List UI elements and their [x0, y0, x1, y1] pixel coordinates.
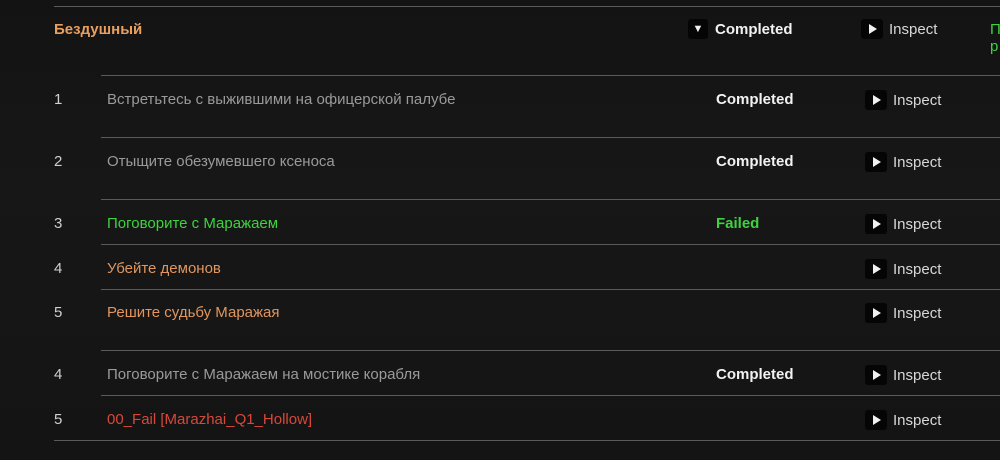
objective-number: 4	[54, 366, 63, 383]
objective-text: Убейте демонов	[107, 260, 221, 277]
divider	[101, 137, 1000, 138]
inspect-label: Inspect	[893, 215, 942, 233]
objective-status: Completed	[716, 153, 794, 170]
objective-text: Поговорите с Маражаем на мостике корабля	[107, 366, 421, 383]
inspect-button[interactable]: Inspect	[861, 19, 937, 39]
play-icon	[865, 152, 887, 172]
objective-number: 4	[54, 260, 63, 277]
objective-text: 00_Fail [Marazhai_Q1_Hollow]	[107, 411, 313, 428]
chevron-down-icon[interactable]: ▼	[688, 19, 708, 39]
divider	[54, 6, 1000, 7]
inspect-label: Inspect	[893, 304, 942, 322]
side-text-line: р	[990, 38, 999, 55]
quest-status-dropdown[interactable]: ▼ Completed	[688, 19, 793, 39]
inspect-label: Inspect	[893, 153, 942, 171]
objective-text: Отыщите обезумевшего ксеноса	[107, 153, 335, 170]
inspect-button[interactable]: Inspect	[865, 410, 941, 430]
inspect-label: Inspect	[889, 20, 938, 38]
objective-number: 1	[54, 91, 63, 108]
play-icon	[865, 410, 887, 430]
inspect-label: Inspect	[893, 366, 942, 384]
divider	[101, 244, 1000, 245]
divider	[54, 440, 1000, 441]
objective-number: 3	[54, 215, 63, 232]
inspect-label: Inspect	[893, 91, 942, 109]
objective-text: Поговорите с Маражаем	[107, 215, 279, 232]
objective-number: 5	[54, 411, 63, 428]
play-icon	[865, 214, 887, 234]
quest-title: Бездушный	[54, 21, 143, 38]
divider	[101, 350, 1000, 351]
quest-log-panel: Бездушный ▼ Completed Inspect П р 1 Встр…	[0, 0, 1000, 460]
objective-number: 5	[54, 304, 63, 321]
play-icon	[865, 365, 887, 385]
play-icon	[865, 303, 887, 323]
inspect-button[interactable]: Inspect	[865, 214, 941, 234]
objective-status: Completed	[716, 366, 794, 383]
objective-text: Встретьтесь с выжившими на офицерской па…	[107, 91, 456, 108]
objective-text: Решите судьбу Маражая	[107, 304, 280, 321]
inspect-button[interactable]: Inspect	[865, 365, 941, 385]
play-icon	[861, 19, 883, 39]
side-text-line: П	[990, 21, 1000, 38]
objective-status: Failed	[716, 215, 760, 232]
divider	[101, 289, 1000, 290]
divider	[101, 199, 1000, 200]
inspect-button[interactable]: Inspect	[865, 303, 941, 323]
inspect-label: Inspect	[893, 411, 942, 429]
inspect-label: Inspect	[893, 260, 942, 278]
inspect-button[interactable]: Inspect	[865, 90, 941, 110]
divider	[101, 395, 1000, 396]
inspect-button[interactable]: Inspect	[865, 152, 941, 172]
truncated-side-text: П р	[990, 21, 1000, 55]
quest-status: Completed	[715, 20, 793, 38]
objective-status: Completed	[716, 91, 794, 108]
objective-number: 2	[54, 153, 63, 170]
play-icon	[865, 90, 887, 110]
play-icon	[865, 259, 887, 279]
divider	[101, 75, 1000, 76]
inspect-button[interactable]: Inspect	[865, 259, 941, 279]
